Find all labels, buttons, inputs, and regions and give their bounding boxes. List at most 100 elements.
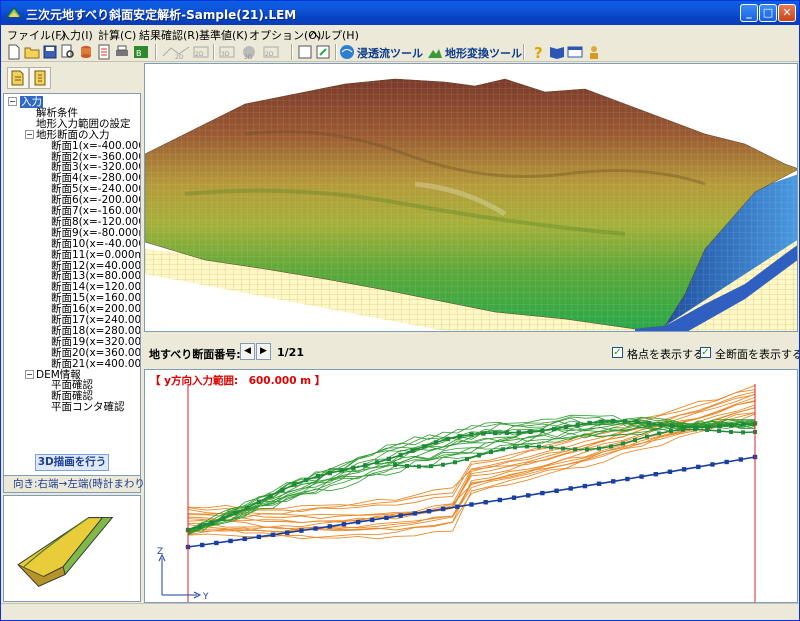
menu-standards[interactable]: 基準値(K) xyxy=(199,27,248,43)
tree-close-icon xyxy=(34,70,46,86)
terrain-3d-view[interactable] xyxy=(144,63,798,332)
database-icon[interactable] xyxy=(78,44,94,60)
terrain-3d-canvas[interactable] xyxy=(145,64,798,332)
seepage-icon[interactable] xyxy=(339,44,355,60)
grid-icon[interactable] xyxy=(297,44,313,60)
ground-grid-point xyxy=(657,431,661,436)
ground-grid-point xyxy=(233,511,238,516)
view-plan-icon[interactable]: 2D xyxy=(263,44,279,60)
section-next-button[interactable]: ▶ xyxy=(256,343,271,360)
ground-grid-point xyxy=(492,430,498,436)
ground-grid-point xyxy=(599,419,604,424)
ground-grid-point xyxy=(292,482,297,487)
slip-grid-point xyxy=(313,526,318,531)
slip-grid-point xyxy=(384,515,389,520)
section-bar: 地すべり断面番号: ◀ ▶ 1/21 ✓ 格点を表示する ✓ 全断面を表示する xyxy=(144,336,800,369)
menu-input[interactable]: 入力(I) xyxy=(59,27,93,43)
ground-grid-point xyxy=(429,464,433,469)
show-all-label: 全断面を表示する xyxy=(715,348,800,361)
section-2d-canvas[interactable]: Z Y xyxy=(145,370,798,603)
tree-toggle-dem[interactable]: − xyxy=(25,369,34,379)
menu-help[interactable]: ヘルプ(H) xyxy=(309,27,359,43)
ground-grid-point xyxy=(209,520,214,525)
ground-grid-point xyxy=(573,447,577,452)
ground-grid-point xyxy=(374,460,380,465)
ground-grid-point xyxy=(268,493,273,498)
section-count: 1/21 xyxy=(277,346,304,359)
slip-grid-point xyxy=(667,469,673,474)
ground-grid-point xyxy=(445,436,451,442)
ground-grid-point xyxy=(729,422,734,428)
user-icon[interactable] xyxy=(586,44,602,60)
svg-text:3D: 3D xyxy=(221,51,230,58)
minimize-button[interactable]: _ xyxy=(740,4,758,22)
slip-grid-point xyxy=(299,528,304,533)
new-file-icon[interactable] xyxy=(6,44,22,60)
slip-grid-point xyxy=(483,500,488,505)
close-button[interactable]: ✕ xyxy=(778,4,796,22)
slip-grid-point xyxy=(724,459,729,465)
ground-grid-point xyxy=(729,429,733,434)
ground-grid-point xyxy=(441,462,445,467)
slip-grid-point xyxy=(270,532,276,537)
tree-toggle-sections[interactable]: − xyxy=(25,129,34,139)
slip-grid-point xyxy=(228,538,233,544)
open-folder-icon[interactable] xyxy=(24,44,40,60)
menu-file[interactable]: ファイル(F) xyxy=(7,27,66,43)
section-2d-view[interactable]: 【 y方向入力範囲: 600.000 m 】 Z Y xyxy=(144,369,798,603)
view-2d-icon[interactable]: 2D xyxy=(161,44,191,60)
menu-calc[interactable]: 計算(C) xyxy=(98,27,136,43)
print-report-icon[interactable] xyxy=(96,44,112,60)
ground-grid-point xyxy=(705,427,709,432)
section-prev-button[interactable]: ◀ xyxy=(240,343,255,360)
ground-grid-point xyxy=(327,470,332,476)
slip-grid-point xyxy=(738,457,744,462)
view-section-icon[interactable]: 2D xyxy=(193,44,209,60)
slip-grid-point xyxy=(412,511,417,516)
window-icon[interactable] xyxy=(567,44,583,60)
ground-grid-point xyxy=(537,444,541,449)
save-icon[interactable] xyxy=(42,44,58,60)
slip-grid-point xyxy=(285,530,290,535)
terrain-tool-button[interactable]: 地形変換ツール xyxy=(445,45,522,61)
view-3d-alt-icon[interactable]: 3D xyxy=(241,44,257,60)
ground-grid-point xyxy=(693,427,697,432)
triangle-right-icon: ▶ xyxy=(260,346,267,356)
section-number-label: 地すべり断面番号: xyxy=(149,348,241,361)
render-3d-button[interactable]: 3D描画を行う xyxy=(35,454,109,471)
tree-open-button[interactable] xyxy=(7,67,29,89)
ground-grid-point xyxy=(256,499,262,505)
direction-label: 向き:右端→左端(時計まわり) xyxy=(3,475,149,493)
show-grid-checkbox[interactable]: ✓ xyxy=(612,347,623,358)
toolbar: B 2D 2D 3D 3D 2D 浸透流ツール 地形変換ツール ? xyxy=(1,42,799,62)
help-icon[interactable]: ? xyxy=(531,44,547,60)
ground-grid-point xyxy=(633,438,637,443)
slope-diagram-icon xyxy=(17,517,114,587)
check-icon: ✓ xyxy=(701,347,710,358)
maximize-button[interactable]: □ xyxy=(759,4,777,22)
terrain-icon[interactable] xyxy=(427,44,443,60)
ground-grid-point xyxy=(609,444,613,449)
export-icon[interactable]: B xyxy=(133,44,149,60)
ground-grid-point xyxy=(634,419,640,425)
book-icon[interactable] xyxy=(549,44,565,60)
seepage-tool-button[interactable]: 浸透流ツール xyxy=(357,45,423,61)
view-3d-icon[interactable]: 3D xyxy=(219,44,235,60)
printer-icon[interactable] xyxy=(114,44,130,60)
settings-icon[interactable] xyxy=(315,44,331,60)
show-all-checkbox[interactable]: ✓ xyxy=(700,347,711,358)
slip-grid-point xyxy=(327,524,332,529)
menu-results[interactable]: 結果確認(R) xyxy=(139,27,199,43)
tree-close-button[interactable] xyxy=(29,67,51,89)
tree-item-dem-3[interactable]: 平面コンタ確認 xyxy=(51,401,125,413)
slip-grid-point xyxy=(370,517,375,523)
show-grid-label: 格点を表示する xyxy=(627,348,704,361)
tree-toggle-input[interactable]: − xyxy=(8,97,17,106)
ground-grid-point xyxy=(646,421,651,426)
slip-grid-point xyxy=(681,467,687,472)
print-preview-icon[interactable] xyxy=(60,44,76,60)
slope-preview xyxy=(3,495,141,602)
ground-grid-point xyxy=(585,447,589,452)
ground-grid-point xyxy=(645,434,649,439)
slip-grid-point xyxy=(696,464,701,470)
